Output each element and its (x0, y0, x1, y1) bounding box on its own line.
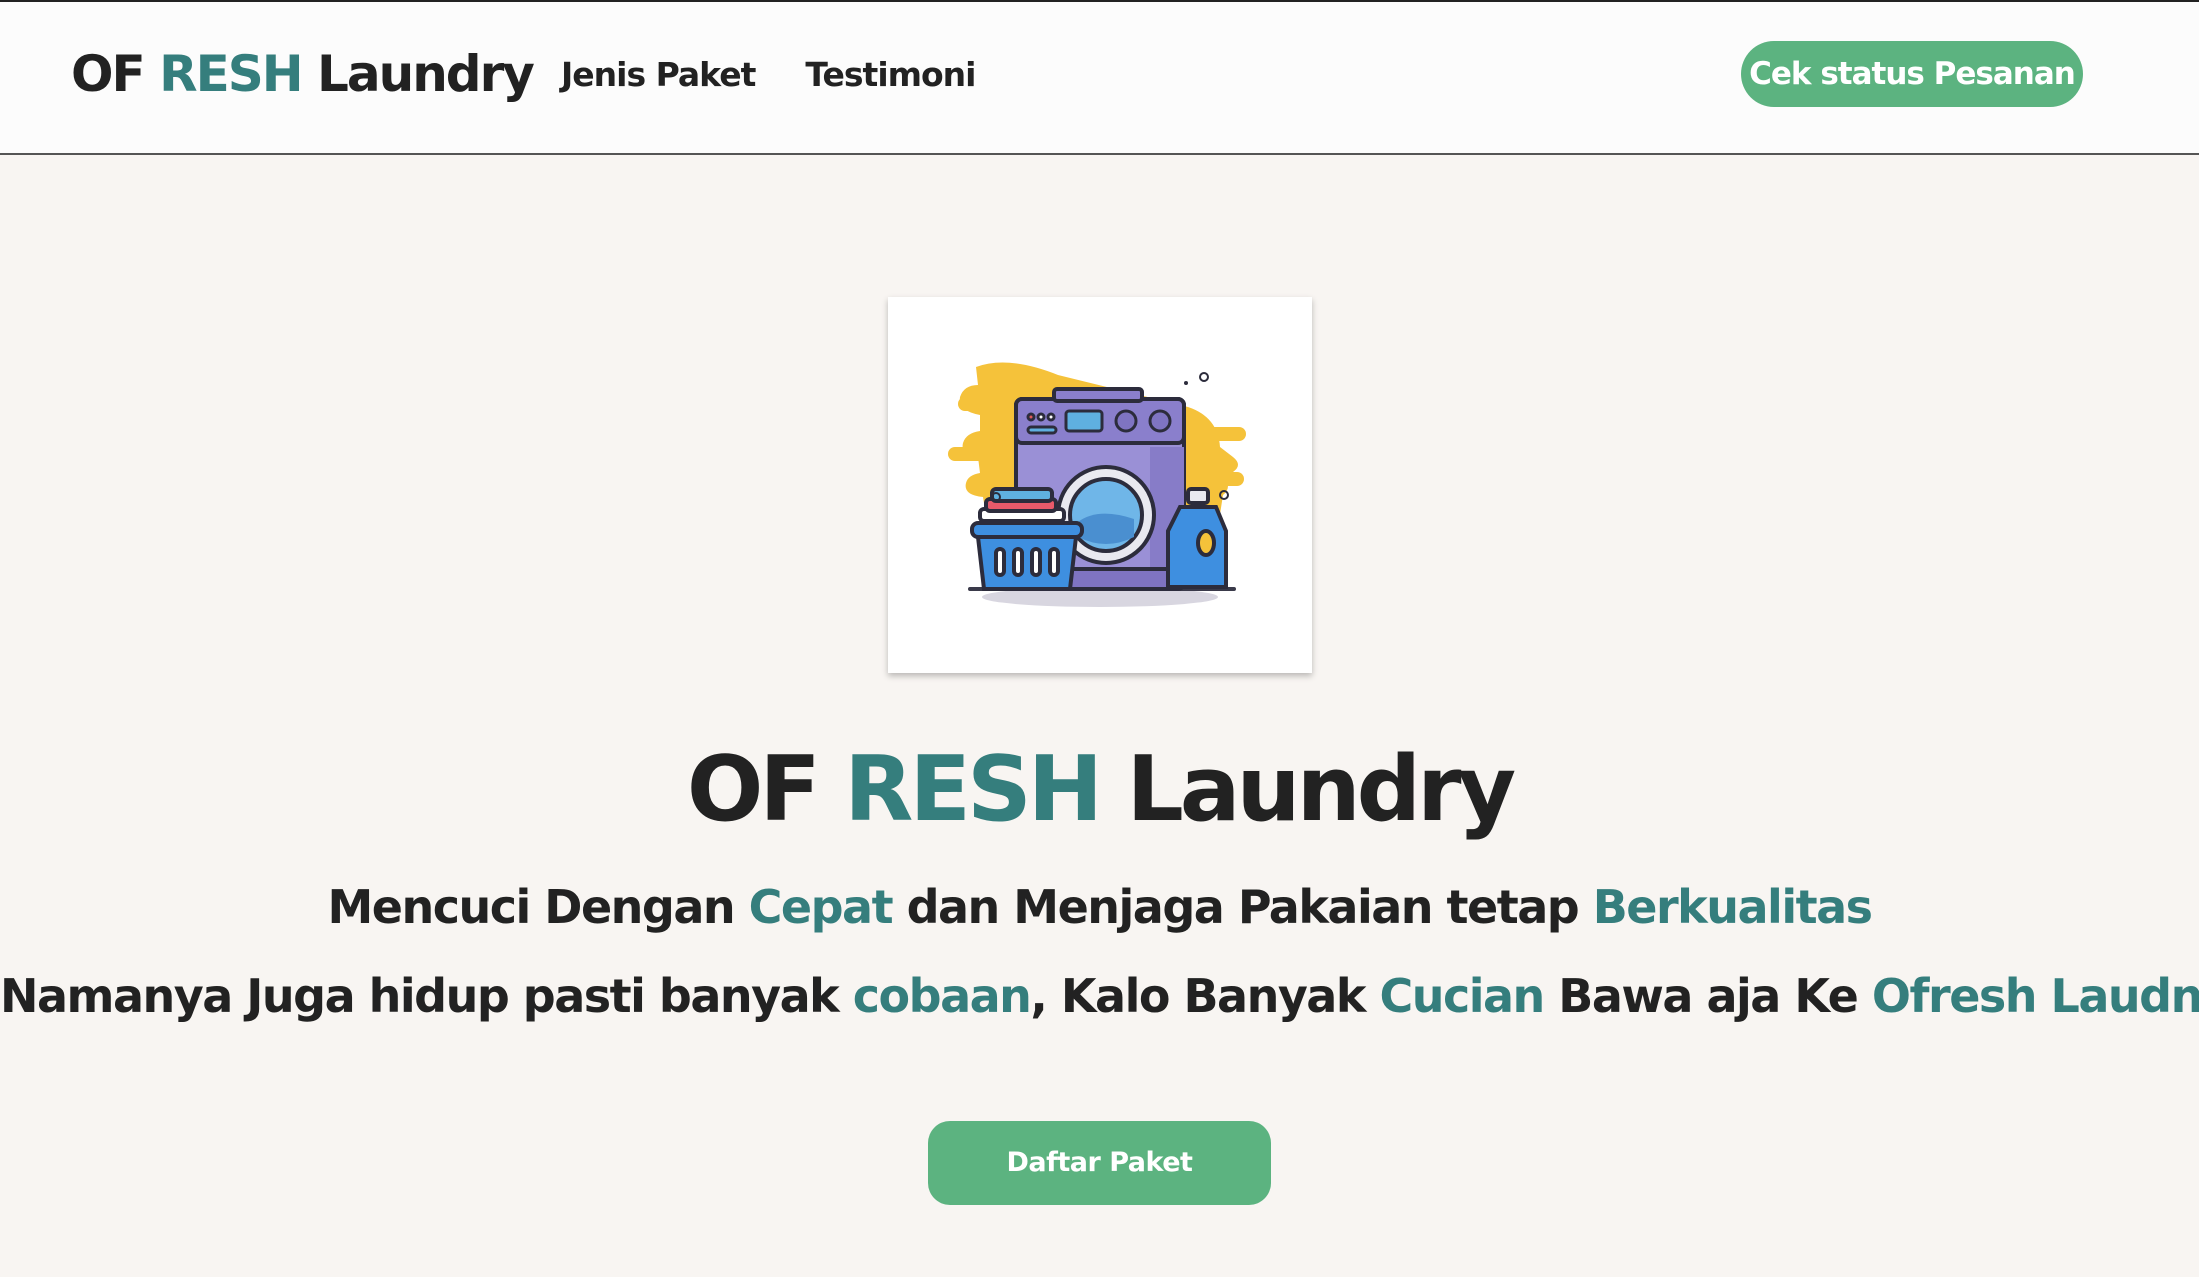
tagline2-text-2: , Kalo Banyak (1030, 969, 1380, 1023)
check-order-status-button[interactable]: Cek status Pesanan (1741, 41, 2083, 107)
sparkle (1199, 372, 1209, 382)
sparkle (1184, 381, 1188, 385)
nav-link-testimoni[interactable]: Testimoni (805, 52, 976, 97)
tagline2-accent-ofresh: Ofresh Laudnry (1871, 969, 2199, 1023)
daftar-paket-button[interactable]: Daftar Paket (928, 1121, 1271, 1205)
tagline2-text-3: Bawa aja Ke (1543, 969, 1872, 1023)
hero-title-resh: RESH (844, 737, 1103, 842)
hero-title-laundry: Laundry (1099, 737, 1516, 842)
main-nav: Jenis Paket Testimoni (561, 52, 977, 97)
hero-tagline-1: Mencuci Dengan Cepat dan Menjaga Pakaian… (0, 877, 2199, 937)
nav-link-jenis-paket[interactable]: Jenis Paket (561, 52, 756, 97)
brand-part-of: OF (71, 45, 160, 103)
tagline2-text-1: Namanya Juga hidup pasti banyak (0, 969, 853, 1023)
hero-image-card (888, 297, 1312, 673)
brand-part-laundry: Laundry (301, 45, 535, 103)
hero-title: OF RESH Laundry (0, 735, 2199, 845)
tagline1-accent-cepat: Cepat (748, 880, 894, 934)
tagline1-text-2: dan Menjaga Pakaian tetap (892, 880, 1593, 934)
washing-machine-illustration (948, 362, 1246, 607)
tagline1-text-1: Mencuci Dengan (327, 880, 749, 934)
hero-title-of: OF (686, 737, 845, 842)
brand-logo[interactable]: OF RESH Laundry (71, 42, 535, 107)
hero-tagline-2: Namanya Juga hidup pasti banyak cobaan, … (0, 966, 2199, 1026)
tagline2-accent-cobaan: cobaan (852, 969, 1032, 1023)
tagline2-accent-cucian: Cucian (1379, 969, 1545, 1023)
tagline1-accent-berkualitas: Berkualitas (1592, 880, 1873, 934)
navbar: OF RESH Laundry Jenis Paket Testimoni Ce… (0, 0, 2199, 155)
brand-part-resh: RESH (159, 45, 304, 103)
